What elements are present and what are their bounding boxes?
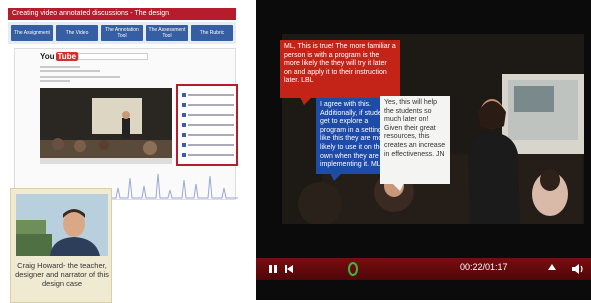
annotation-list-item[interactable] (182, 132, 234, 138)
avatar-icon (182, 93, 186, 97)
player-control-bar: 00:22/01:17 (256, 258, 591, 280)
annotation-panel (176, 84, 238, 166)
youtube-video-controls[interactable] (40, 158, 172, 164)
narrator-photo-image (16, 194, 108, 256)
classroom-figures (52, 111, 157, 155)
design-nav-bar: The Assignment The Video The Annotation … (8, 22, 236, 44)
text-line (40, 76, 120, 78)
annotation-list-item[interactable] (182, 92, 234, 98)
avatar-icon (182, 123, 186, 127)
progress-indicator[interactable] (348, 262, 359, 276)
text-line (40, 80, 70, 82)
nav-tab-assessment-tool[interactable]: The Assessment Tool (146, 25, 188, 41)
narrator-profile-card: Craig Howard- the teacher, designer and … (10, 188, 112, 303)
nav-tab-annotation-tool[interactable]: The Annotation Tool (101, 25, 143, 41)
youtube-logo-you: You (40, 52, 55, 61)
annotation-text-line (188, 94, 234, 96)
skip-back-icon[interactable] (282, 262, 296, 276)
annotation-text-line (188, 154, 234, 156)
annotation-list-item[interactable] (182, 122, 234, 128)
design-page-header: Creating video annotated discussions - T… (8, 8, 236, 20)
nav-tab-rubric[interactable]: The Rubric (191, 25, 233, 41)
text-line (40, 70, 100, 72)
narrator-photo (16, 194, 108, 256)
avatar-icon (182, 133, 186, 137)
timeline-marker-icon[interactable] (548, 264, 556, 270)
bubble-tail (392, 183, 404, 191)
design-screenshot-collage: Creating video annotated discussions - T… (8, 8, 238, 303)
avatar-icon (182, 143, 186, 147)
time-display: 00:22/01:17 (460, 262, 508, 272)
youtube-logo: You Tube (40, 52, 79, 61)
annotation-text-line (188, 144, 234, 146)
annotation-list-item[interactable] (182, 142, 234, 148)
youtube-logo-tube: Tube (55, 52, 79, 61)
bubble-tail (330, 173, 342, 181)
youtube-search-input[interactable] (78, 53, 148, 60)
bubble-tail (300, 97, 312, 105)
volume-icon[interactable] (570, 262, 584, 276)
annotation-bubble-red[interactable]: ML, This is true! The more familiar a pe… (280, 40, 400, 98)
nav-tab-assignment[interactable]: The Assignment (11, 25, 53, 41)
annotation-text-line (188, 114, 234, 116)
youtube-video-thumbnail[interactable] (40, 88, 172, 158)
avatar-icon (182, 113, 186, 117)
annotation-list-item[interactable] (182, 152, 234, 158)
narrator-caption: Craig Howard- the teacher, designer and … (15, 261, 109, 288)
annotation-list-item[interactable] (182, 112, 234, 118)
text-line (40, 66, 80, 68)
annotation-list-item[interactable] (182, 102, 234, 108)
annotation-text-line (188, 104, 234, 106)
annotation-activity-graph (108, 173, 238, 199)
nav-tab-video[interactable]: The Video (56, 25, 98, 41)
annotation-text-line (188, 124, 234, 126)
annotation-text-line (188, 134, 234, 136)
pause-icon[interactable] (266, 262, 280, 276)
avatar-icon (182, 103, 186, 107)
annotation-bubble-white[interactable]: Yes, this will help the students so much… (380, 96, 450, 184)
avatar-icon (182, 153, 186, 157)
